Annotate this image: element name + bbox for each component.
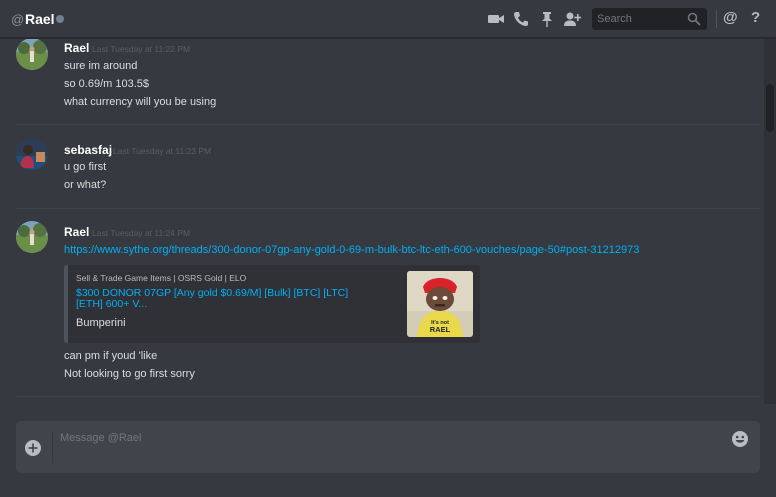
avatar[interactable] [16, 138, 48, 170]
embed-title[interactable]: $300 DONOR 07GP [Any gold $0.69/M] [Bulk… [76, 288, 376, 310]
mention-icon[interactable]: @ [723, 9, 738, 26]
embed-thumbnail[interactable]: It's not RAEL [407, 271, 473, 337]
pin-icon[interactable] [538, 10, 556, 28]
channel-title[interactable]: Rael [25, 11, 55, 27]
message-divider [16, 124, 760, 125]
message-text: u go first [64, 161, 107, 173]
link-embed: Sell & Trade Game Items | OSRS Gold | EL… [64, 265, 480, 343]
svg-text:RAEL: RAEL [430, 325, 451, 334]
at-icon: @ [11, 12, 25, 27]
message-text: so 0.69/m 103.5$ [64, 78, 150, 90]
message-divider [16, 396, 760, 397]
add-friend-icon[interactable] [563, 10, 581, 28]
avatar-image [16, 221, 48, 253]
scrollbar-thumb[interactable] [766, 84, 774, 132]
embed-thumbnail-image: It's not RAEL [407, 271, 473, 337]
status-indicator [56, 15, 64, 23]
message-text: sure im around [64, 60, 138, 72]
message-timestamp: Last Tuesday at 11:23 PM [113, 146, 212, 156]
message-input[interactable] [60, 432, 720, 452]
video-icon[interactable] [487, 10, 505, 28]
avatar[interactable] [16, 39, 48, 70]
message-author[interactable]: Rael [64, 225, 89, 239]
message-text: what currency will you be using [64, 96, 217, 108]
message-link[interactable]: https://www.sythe.org/threads/300-donor-… [64, 244, 639, 256]
avatar-image [16, 138, 48, 170]
message-list[interactable]: Rael Last Tuesday at 11:22 PM sure im ar… [0, 39, 764, 404]
message-text: Not looking to go first sorry [64, 368, 195, 380]
attach-icon[interactable] [24, 439, 42, 457]
phone-icon[interactable] [512, 10, 530, 28]
emoji-icon[interactable] [731, 430, 749, 448]
message-author[interactable]: sebasfaj [64, 143, 112, 157]
search-box[interactable] [592, 8, 707, 30]
search-icon [687, 12, 701, 26]
header-divider [716, 10, 717, 28]
channel-header: @ Rael @ ? [0, 0, 776, 38]
avatar[interactable] [16, 221, 48, 253]
composer-divider [52, 431, 53, 463]
message-text: or what? [64, 179, 107, 191]
embed-description: Bumperini [76, 317, 126, 329]
message-author[interactable]: Rael [64, 41, 89, 55]
embed-provider: Sell & Trade Game Items | OSRS Gold | EL… [76, 273, 247, 283]
message-divider [16, 208, 760, 209]
avatar-image [16, 39, 48, 70]
message-timestamp: Last Tuesday at 11:22 PM [92, 44, 191, 54]
message-timestamp: Last Tuesday at 11:24 PM [92, 228, 191, 238]
help-icon[interactable]: ? [751, 9, 760, 26]
message-composer [16, 421, 760, 473]
message-text: can pm if youd 'like [64, 350, 158, 362]
